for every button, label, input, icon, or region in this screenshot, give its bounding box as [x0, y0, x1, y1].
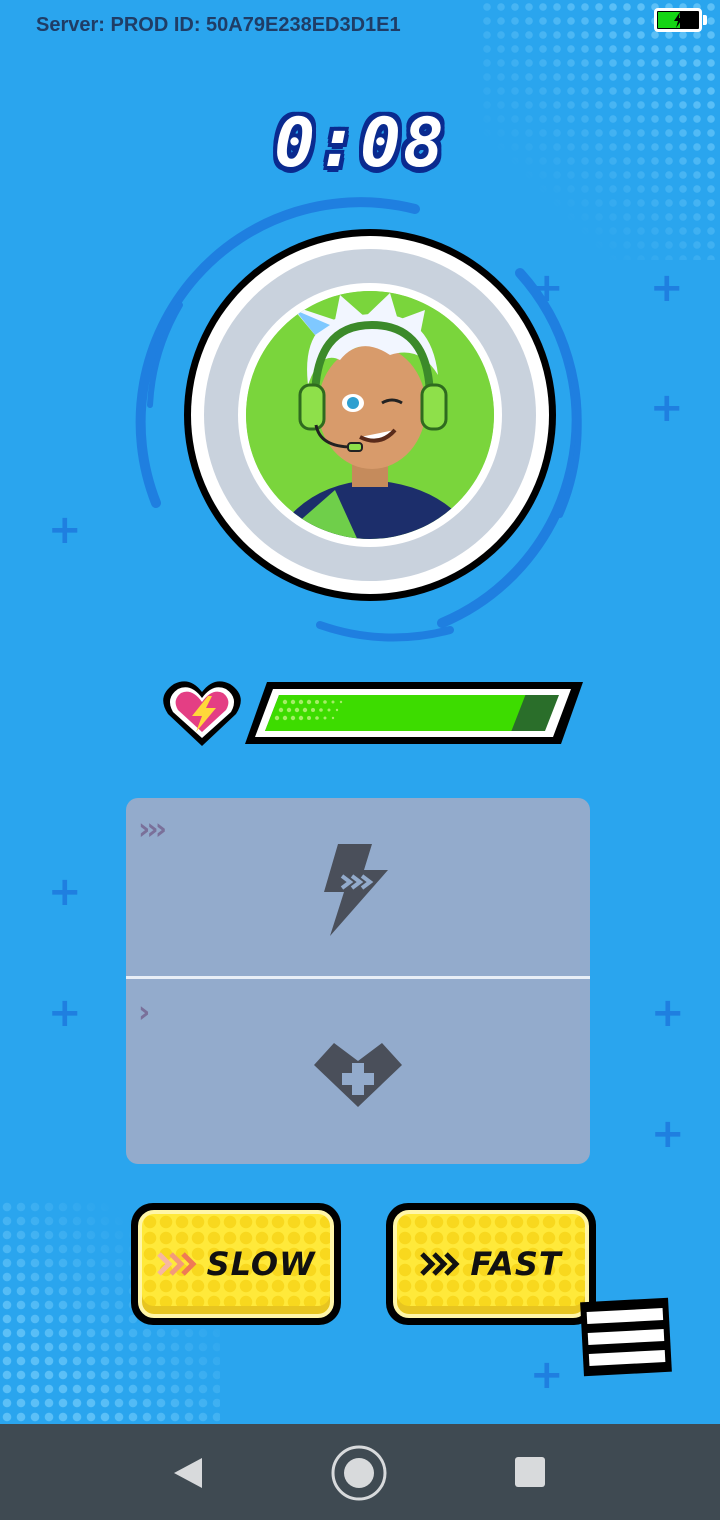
fast-button-label: FAST: [470, 1245, 562, 1283]
home-icon[interactable]: [330, 1444, 388, 1502]
charging-bolt-icon: [674, 12, 683, 28]
chevrons-icon: [156, 1252, 197, 1276]
slow-button-label: SLOW: [206, 1245, 316, 1283]
plus-decoration: +: [530, 1352, 564, 1398]
plus-decoration: +: [48, 869, 82, 915]
menu-button[interactable]: [580, 1297, 672, 1377]
fast-button[interactable]: FAST: [386, 1203, 596, 1325]
plus-decoration: +: [650, 265, 684, 311]
menu-icon-line: [587, 1329, 665, 1345]
countdown-timer: 0:08: [274, 104, 446, 183]
player-avatar-frame: [120, 185, 600, 665]
plus-decoration: +: [651, 990, 685, 1036]
battery-tip: [703, 15, 707, 25]
battery-icon: [654, 8, 702, 32]
level-chevrons: ›: [138, 995, 151, 1030]
speed-boost-slot[interactable]: ›››: [126, 798, 590, 976]
plus-decoration: +: [48, 507, 82, 553]
slow-button[interactable]: SLOW: [131, 1203, 341, 1325]
lightning-icon: [324, 844, 388, 936]
plus-decoration: +: [650, 385, 684, 431]
health-bar-fill: [265, 695, 526, 731]
chevrons-icon: [420, 1252, 460, 1276]
menu-icon-line: [586, 1308, 664, 1325]
plus-decoration: +: [651, 1111, 685, 1157]
heal-slot[interactable]: ›: [126, 979, 590, 1164]
server-id-label: Server: PROD ID: 50A79E238ED3D1E1: [36, 14, 401, 36]
plus-decoration: +: [48, 990, 82, 1036]
back-icon[interactable]: [172, 1456, 204, 1490]
level-chevrons: ›››: [138, 812, 167, 847]
power-up-panel: ››› ›: [126, 798, 590, 1164]
health-bar: [245, 682, 583, 744]
ring-arc-decoration: [316, 621, 454, 642]
heart-lightning-icon: [163, 681, 241, 746]
heart-plus-icon: [314, 1043, 402, 1107]
menu-icon-line: [588, 1349, 666, 1366]
recents-icon[interactable]: [514, 1456, 546, 1488]
system-navigation-bar: [0, 1424, 720, 1520]
